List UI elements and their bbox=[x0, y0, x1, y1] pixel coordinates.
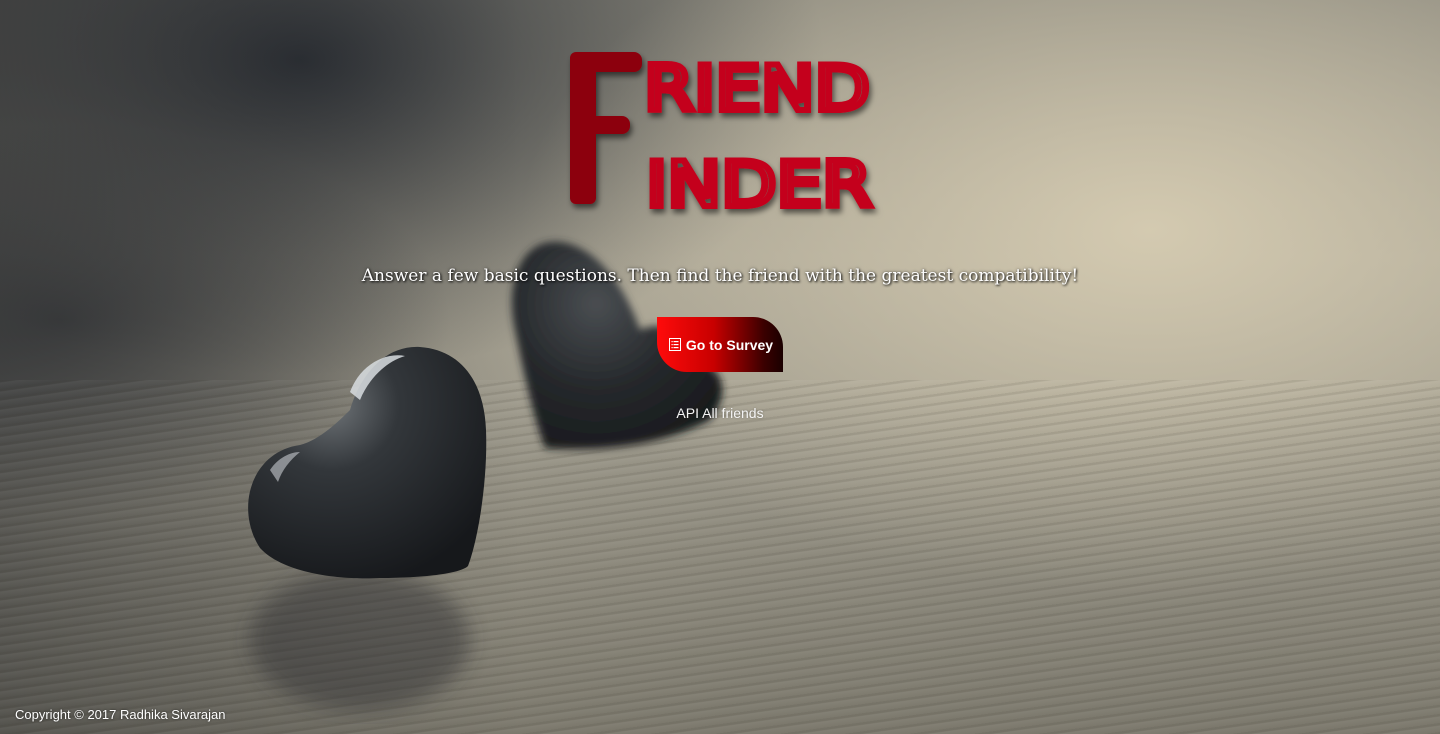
list-alt-icon bbox=[668, 338, 681, 351]
friend-finder-logo: RIEND INDER bbox=[570, 49, 875, 220]
front-heart bbox=[248, 346, 487, 579]
go-to-survey-button[interactable]: Go to Survey bbox=[657, 317, 783, 372]
api-link-row: API All friends bbox=[0, 405, 1440, 421]
heart-reflection bbox=[250, 570, 470, 710]
logo-line-2: INDER bbox=[646, 148, 872, 220]
go-to-survey-label: Go to Survey bbox=[685, 336, 774, 353]
api-all-friends-link[interactable]: API All friends bbox=[676, 405, 763, 421]
footer-copyright: Copyright © 2017 Radhika Sivarajan bbox=[15, 707, 226, 722]
tagline: Answer a few basic questions. Then find … bbox=[361, 266, 1079, 286]
logo-initial-f bbox=[570, 52, 642, 204]
logo-line-1: RIEND bbox=[644, 52, 870, 125]
